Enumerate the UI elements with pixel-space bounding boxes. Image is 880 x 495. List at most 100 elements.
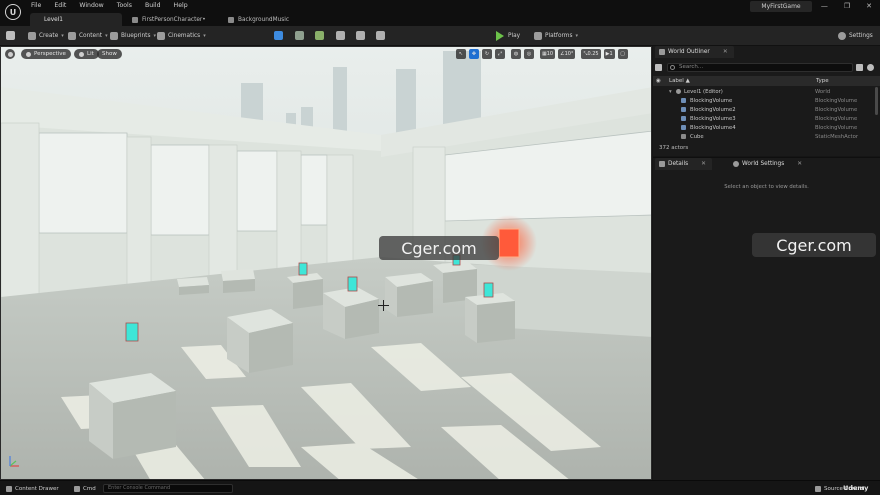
menu-window[interactable]: Window <box>79 2 103 9</box>
add-filter-icon[interactable] <box>655 64 662 71</box>
outliner-search-input[interactable]: Search... <box>667 63 853 72</box>
tab-world-outliner[interactable]: World Outliner ✕ <box>655 46 734 58</box>
maximize-icon[interactable]: ❐ <box>844 2 850 10</box>
maximize-viewport-icon[interactable]: ▢ <box>617 49 628 59</box>
pedestal-front <box>293 279 323 309</box>
list-item[interactable]: Cube StaticMeshActor <box>653 132 873 141</box>
mesh-paint-icon[interactable] <box>336 31 345 40</box>
watermark-center: Cger.com <box>379 236 499 260</box>
details-panel: Details ✕ World Settings ✕ Select an obj… <box>653 157 880 480</box>
main-menu: File Edit Window Tools Build Help <box>31 2 188 9</box>
menu-file[interactable]: File <box>31 2 41 9</box>
close-icon[interactable]: ✕ <box>866 2 872 10</box>
tab-first-person-character[interactable]: FirstPersonCharacter• <box>126 13 218 26</box>
main-toolbar: Create ▾ Content ▾ Blueprints ▾ Cinemati… <box>0 26 880 46</box>
list-item[interactable]: ▾ Level1 (Editor) World <box>653 87 873 96</box>
scale-snap-button[interactable]: ⤡ 0.25 <box>581 49 601 59</box>
crystal <box>483 282 494 298</box>
menu-build[interactable]: Build <box>145 2 161 9</box>
list-item[interactable]: BlockingVolume2 BlockingVolume <box>653 105 873 114</box>
world-local-icon[interactable]: ◍ <box>511 49 521 59</box>
outliner-settings-icon[interactable] <box>867 64 874 71</box>
terminal-icon <box>74 485 80 492</box>
platforms-button[interactable]: Platforms ▾ <box>534 30 578 42</box>
grid-snap-button[interactable]: ▦ 10 <box>540 49 556 59</box>
close-tab-icon[interactable]: ✕ <box>797 161 802 167</box>
tab-details[interactable]: Details ✕ <box>655 158 712 170</box>
modeling-icon[interactable] <box>356 31 365 40</box>
menu-help[interactable]: Help <box>174 2 188 9</box>
column-label[interactable]: Label ▲ <box>669 78 690 84</box>
tab-world-settings[interactable]: World Settings ✕ <box>729 158 809 170</box>
folder-icon <box>68 32 76 40</box>
tab-label: Level1 <box>44 16 63 23</box>
close-tab-icon[interactable]: ✕ <box>701 161 706 167</box>
gear-icon <box>838 32 846 40</box>
lit-button[interactable]: Lit <box>74 49 99 59</box>
foliage-mode-icon[interactable] <box>315 31 324 40</box>
document-tabs: Level1 FirstPersonCharacter• BackgroundM… <box>0 12 880 26</box>
visibility-column-icon[interactable]: ◉ <box>656 78 661 84</box>
project-name: MyFirstGame <box>750 1 812 12</box>
blocking-volume-icon <box>681 116 686 121</box>
show-button[interactable]: Show <box>97 49 122 59</box>
pedestal <box>385 273 433 317</box>
udemy-watermark: Udemy <box>843 484 869 492</box>
list-item[interactable]: BlockingVolume4 BlockingVolume <box>653 123 873 132</box>
block-top <box>221 269 255 281</box>
settings-button[interactable]: Settings <box>838 30 873 42</box>
create-button[interactable]: Create ▾ <box>28 30 64 42</box>
expand-arrow-icon[interactable]: ▾ <box>669 89 672 95</box>
translate-tool-icon[interactable]: ✥ <box>469 49 479 59</box>
tab-label: FirstPersonCharacter• <box>142 16 206 23</box>
actor-count: 372 actors <box>659 145 689 151</box>
new-folder-icon[interactable] <box>856 64 863 71</box>
crystal <box>298 262 308 276</box>
louver <box>150 144 210 236</box>
pedestal <box>465 293 515 343</box>
viewport-options-button[interactable] <box>5 49 15 59</box>
blueprints-button[interactable]: Blueprints ▾ <box>110 30 156 42</box>
play-icon[interactable] <box>496 31 504 41</box>
tab-background-music[interactable]: BackgroundMusic <box>222 13 314 26</box>
console-command-input[interactable]: Enter Console Command <box>103 484 233 493</box>
surface-snap-icon[interactable]: ◎ <box>524 49 534 59</box>
select-tool-icon[interactable]: ↖ <box>456 49 466 59</box>
outliner-scrollbar[interactable] <box>875 87 878 115</box>
camera-speed-button[interactable]: ▶ 1 <box>603 49 615 59</box>
watermark-right: Cger.com <box>752 233 876 257</box>
cinematics-button[interactable]: Cinematics ▾ <box>157 30 206 42</box>
minimize-icon[interactable]: — <box>821 2 828 10</box>
play-button[interactable]: Play <box>508 30 520 42</box>
menu-tools[interactable]: Tools <box>117 2 132 9</box>
static-mesh-icon <box>681 134 686 139</box>
pillar <box>1 122 40 304</box>
outliner-rows: ▾ Level1 (Editor) World BlockingVolume B… <box>653 87 873 142</box>
rotate-snap-button[interactable]: ∠ 10° <box>558 49 576 59</box>
camera-icon <box>26 51 31 57</box>
save-icon[interactable] <box>6 31 15 40</box>
menu-edit[interactable]: Edit <box>54 2 66 9</box>
level-viewport[interactable]: Perspective Lit Show ↖ ✥ ↻ ⤢ ◍ ◎ ▦ 10 ∠ … <box>0 46 652 480</box>
column-type[interactable]: Type <box>816 78 829 84</box>
scene-render <box>1 47 651 479</box>
landscape-mode-icon[interactable] <box>295 31 304 40</box>
content-drawer-button[interactable]: Content Drawer <box>6 484 59 493</box>
details-icon <box>659 161 665 167</box>
list-item[interactable]: BlockingVolume BlockingVolume <box>653 96 873 105</box>
louver <box>300 154 328 226</box>
content-button[interactable]: Content ▾ <box>68 30 108 42</box>
rotate-tool-icon[interactable]: ↻ <box>482 49 492 59</box>
tab-level1[interactable]: Level1 <box>30 13 122 26</box>
louver <box>38 132 128 234</box>
scale-tool-icon[interactable]: ⤢ <box>495 49 505 59</box>
sound-icon <box>228 16 234 23</box>
list-item[interactable]: BlockingVolume3 BlockingVolume <box>653 114 873 123</box>
perspective-button[interactable]: Perspective <box>21 49 71 59</box>
unreal-logo-icon[interactable]: U <box>5 4 21 20</box>
pedestal-side <box>465 297 477 343</box>
select-mode-icon[interactable] <box>274 31 283 40</box>
cmd-button[interactable]: Cmd <box>74 484 96 493</box>
close-tab-icon[interactable]: ✕ <box>723 49 728 55</box>
fracture-icon[interactable] <box>376 31 385 40</box>
